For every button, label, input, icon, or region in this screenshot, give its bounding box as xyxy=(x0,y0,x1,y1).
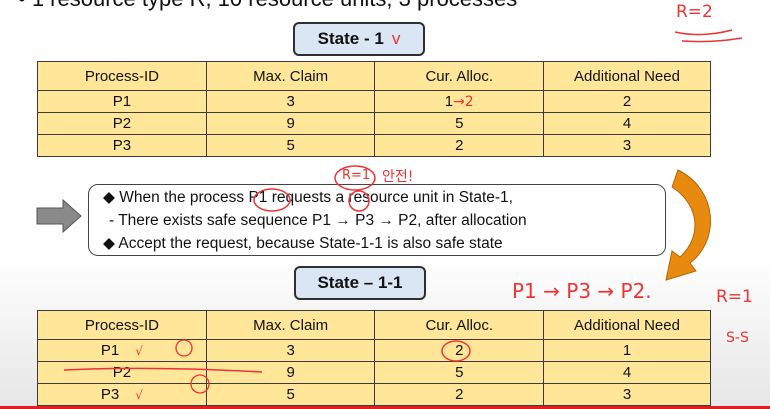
header-process-id: Process-ID xyxy=(37,310,207,340)
header-max-claim: Max. Claim xyxy=(205,310,376,340)
header-additional-need: Additional Need xyxy=(543,310,711,340)
annotation-r1-right: R=1 xyxy=(716,287,753,307)
slide-header-line: • 1 resource type R, 10 resource units, … xyxy=(18,0,517,12)
table-header-row: Process-ID Max. Claim Cur. Alloc. Additi… xyxy=(37,310,711,340)
note-line-2: - There exists safe sequence P1 → P3 → P… xyxy=(109,212,527,229)
annotation-sequence: P1 → P3 → P2. xyxy=(512,279,652,303)
state-1-1-title: State – 1-1 xyxy=(317,273,403,292)
table-header-row: Process-ID Max. Claim Cur. Alloc. Additi… xyxy=(37,61,711,91)
cell-max: 5 xyxy=(205,383,376,406)
cell-max: 3 xyxy=(205,90,376,113)
cell-process: P1 xyxy=(37,90,207,113)
state-1-table: Process-ID Max. Claim Cur. Alloc. Additi… xyxy=(37,61,711,157)
annotation-small-circles xyxy=(175,339,210,394)
state-1-label: State - 1 v xyxy=(293,22,425,56)
annotation-check-2: √ xyxy=(135,388,143,402)
header-cur-alloc: Cur. Alloc. xyxy=(374,61,545,91)
cell-max: 9 xyxy=(205,112,376,135)
table-row: P2 9 5 4 xyxy=(37,112,711,135)
annotation-strike-p2 xyxy=(63,367,263,373)
header-process-id: Process-ID xyxy=(37,61,207,91)
cell-need: 4 xyxy=(543,112,711,135)
state-1-1-table: Process-ID Max. Claim Cur. Alloc. Additi… xyxy=(37,310,711,406)
cell-need: 1 xyxy=(543,339,711,362)
cell-max: 5 xyxy=(205,134,376,157)
annotation-circle-p1 xyxy=(253,188,291,212)
header-cur-alloc: Cur. Alloc. xyxy=(374,310,545,340)
cell-need: 4 xyxy=(543,361,711,384)
cell-need: 2 xyxy=(543,90,711,113)
right-arrow-icon xyxy=(36,199,82,233)
header-max-claim: Max. Claim xyxy=(205,61,376,91)
annotation-r2-underline xyxy=(674,29,743,43)
table-row: P1 3 1→2 2 xyxy=(37,90,711,113)
table-row: P1 √ 3 2 1 xyxy=(37,339,711,362)
check-mark-icon: v xyxy=(391,29,401,48)
cell-alloc: 2 xyxy=(374,134,545,157)
explanation-box: ◆ When the process P1 requests a resourc… xyxy=(88,184,666,256)
annotation-r2: R=2 xyxy=(676,2,713,22)
annotation-korean-ok: 안전! xyxy=(382,169,414,185)
note-line-1: ◆ When the process P1 requests a resourc… xyxy=(103,189,513,206)
annotation-check-1: √ xyxy=(135,344,143,358)
cell-alloc: 2 xyxy=(374,383,545,406)
cell-process: P3 xyxy=(37,134,207,157)
cell-max: 3 xyxy=(205,339,376,362)
annotation-circle-2 xyxy=(441,340,471,362)
note-line-3: ◆ Accept the request, because State-1-1 … xyxy=(103,235,503,252)
cell-alloc: 5 xyxy=(374,361,545,384)
annotation-ss: S-S xyxy=(726,330,749,346)
state-1-title: State - 1 xyxy=(317,29,384,48)
cell-need: 3 xyxy=(543,134,711,157)
state-1-1-label: State – 1-1 xyxy=(294,266,426,300)
table-row: P3 5 2 3 xyxy=(37,134,711,157)
annotation-circle-a xyxy=(348,190,370,212)
curved-arrow-icon xyxy=(665,169,711,281)
table-row: P3 √ 5 2 3 xyxy=(37,383,711,406)
annotation-r1-circled: R=1 xyxy=(342,168,371,183)
cell-alloc: 5 xyxy=(374,112,545,135)
annotation-one-to-two: →2 xyxy=(453,94,474,110)
cell-alloc: 1→2 xyxy=(374,90,545,113)
cell-process: P2 xyxy=(37,112,207,135)
cell-need: 3 xyxy=(543,383,711,406)
header-additional-need: Additional Need xyxy=(543,61,711,91)
